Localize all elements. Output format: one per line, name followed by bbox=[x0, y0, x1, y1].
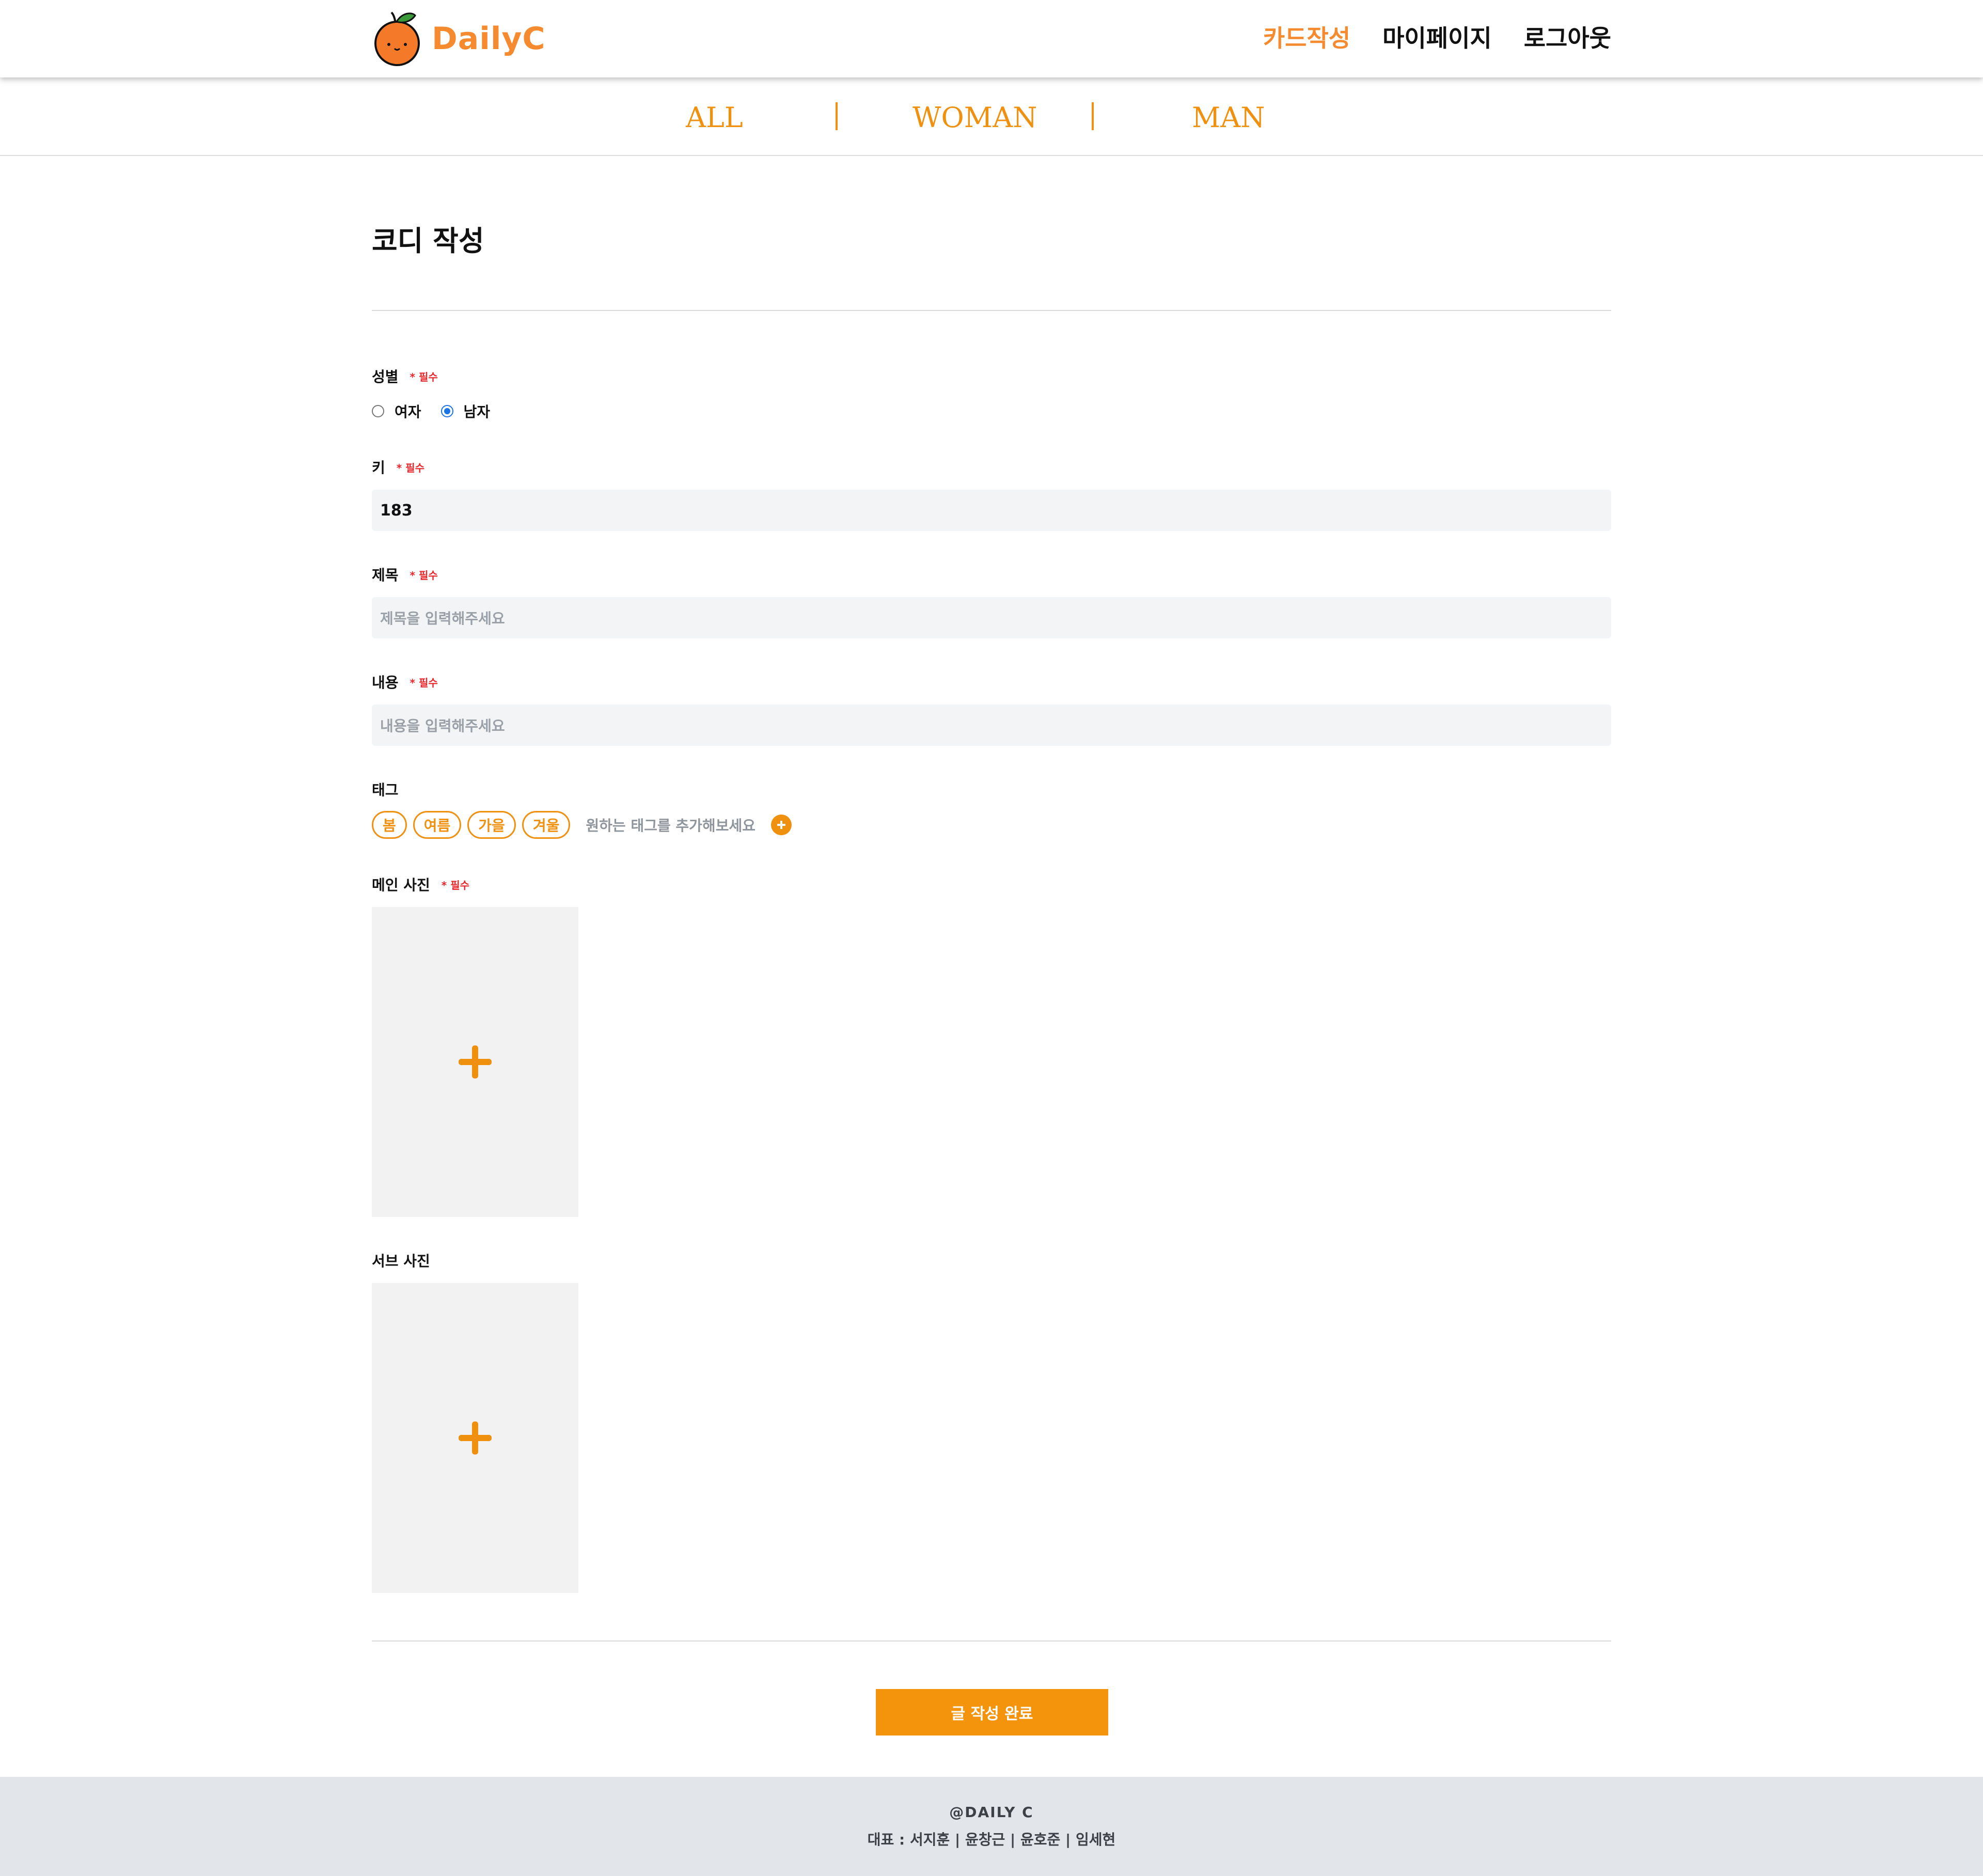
title-label: 제목 * 필수 bbox=[372, 564, 438, 585]
tag-hint: 원하는 태그를 추가해보세요 bbox=[586, 817, 756, 834]
content-label: 내용 * 필수 bbox=[372, 671, 438, 692]
logo-text: DailyC bbox=[432, 21, 546, 57]
tag-spring[interactable]: 봄 bbox=[372, 811, 407, 839]
footer-team: 대표 : 서지훈 | 윤창근 | 윤호준 | 임세현 bbox=[867, 1831, 1116, 1848]
main-photo-label-text: 메인 사진 bbox=[372, 877, 430, 894]
nav-mypage[interactable]: 마이페이지 bbox=[1382, 20, 1492, 54]
tag-summer[interactable]: 여름 bbox=[413, 811, 462, 839]
gender-radio-female[interactable] bbox=[372, 405, 384, 417]
main-photo-upload[interactable] bbox=[372, 907, 578, 1217]
category-divider bbox=[1092, 102, 1094, 130]
category-divider bbox=[836, 102, 838, 130]
sub-photo-upload[interactable] bbox=[372, 1283, 578, 1593]
main-photo-label: 메인 사진 * 필수 bbox=[372, 874, 469, 895]
required-mark: * 필수 bbox=[396, 461, 424, 474]
content-input[interactable]: 내용을 입력해주세요 bbox=[372, 705, 1611, 746]
tag-autumn[interactable]: 가을 bbox=[467, 811, 516, 839]
tags-label-text: 태그 bbox=[372, 781, 399, 799]
gender-radio-group: 여자 남자 bbox=[372, 401, 510, 421]
category-bar: ALL WOMAN MAN bbox=[0, 77, 1983, 156]
required-mark: * 필수 bbox=[410, 569, 438, 582]
required-mark: * 필수 bbox=[410, 370, 438, 383]
footer-brand: @DAILY C bbox=[949, 1804, 1034, 1821]
sub-photo-label-text: 서브 사진 bbox=[372, 1253, 430, 1270]
form-bottom-divider bbox=[372, 1640, 1611, 1641]
required-mark: * 필수 bbox=[441, 879, 470, 892]
title-input[interactable]: 제목을 입력해주세요 bbox=[372, 597, 1611, 638]
site-footer: @DAILY C 대표 : 서지훈 | 윤창근 | 윤호준 | 임세현 bbox=[0, 1777, 1983, 1876]
sub-photo-label: 서브 사진 bbox=[372, 1250, 430, 1271]
gender-radio-male[interactable] bbox=[440, 405, 453, 417]
nav-logout[interactable]: 로그아웃 bbox=[1524, 20, 1611, 54]
add-tag-icon[interactable] bbox=[770, 815, 792, 835]
required-mark: * 필수 bbox=[410, 676, 438, 689]
title-divider bbox=[372, 310, 1611, 311]
submit-button[interactable]: 글 작성 완료 bbox=[876, 1689, 1108, 1736]
gender-option-female: 여자 bbox=[395, 403, 421, 420]
gender-label-text: 성별 bbox=[372, 368, 399, 385]
height-label: 키 * 필수 bbox=[372, 457, 424, 477]
tangerine-logo-icon bbox=[372, 10, 422, 67]
content-label-text: 내용 bbox=[372, 674, 399, 691]
height-label-text: 키 bbox=[372, 459, 385, 476]
tags-label: 태그 bbox=[372, 779, 399, 800]
top-nav: 카드작성 마이페이지 로그아웃 bbox=[1263, 20, 1611, 54]
title-label-text: 제목 bbox=[372, 567, 399, 584]
page-title: 코디 작성 bbox=[372, 225, 484, 257]
tag-winter[interactable]: 겨울 bbox=[522, 811, 571, 839]
category-man[interactable]: MAN bbox=[1192, 101, 1265, 134]
category-woman[interactable]: WOMAN bbox=[912, 101, 1037, 134]
logo[interactable]: DailyC bbox=[372, 10, 546, 67]
gender-label: 성별 * 필수 bbox=[372, 366, 438, 386]
nav-write-card[interactable]: 카드작성 bbox=[1263, 20, 1350, 54]
height-input[interactable]: 183 bbox=[372, 490, 1611, 531]
category-all[interactable]: ALL bbox=[686, 101, 743, 134]
site-header: DailyC 카드작성 마이페이지 로그아웃 bbox=[0, 0, 1983, 77]
plus-icon bbox=[459, 1045, 492, 1078]
gender-option-male: 남자 bbox=[463, 403, 491, 420]
tag-list: 봄 여름 가을 겨울 원하는 태그를 추가해보세요 bbox=[372, 811, 792, 839]
plus-icon bbox=[459, 1421, 492, 1455]
